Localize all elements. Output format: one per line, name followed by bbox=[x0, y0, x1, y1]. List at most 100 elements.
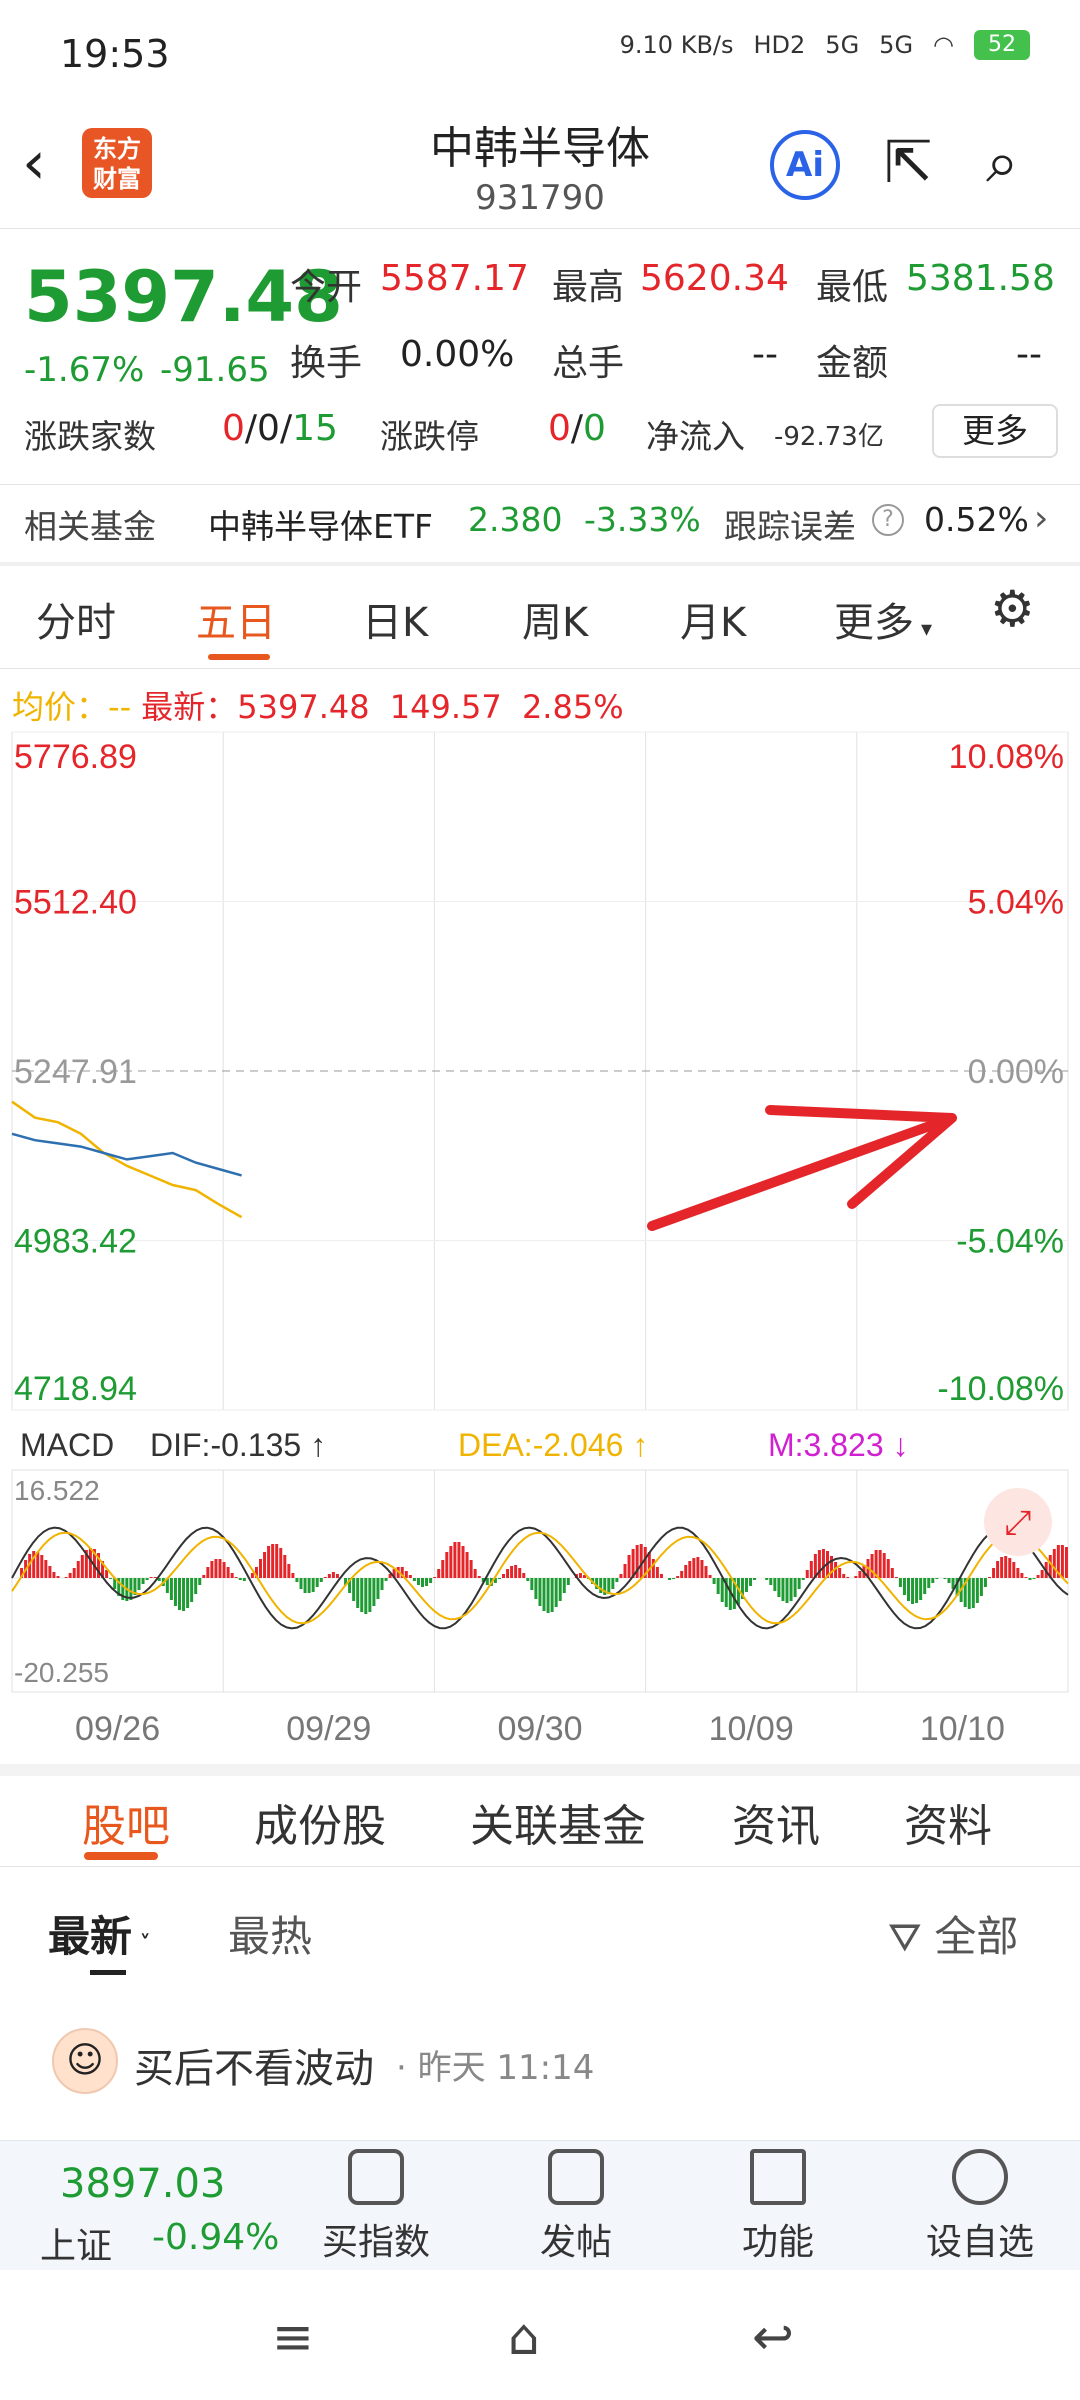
macd-bar bbox=[1016, 1568, 1020, 1578]
macd-bar bbox=[303, 1578, 307, 1593]
macd-bar bbox=[210, 1561, 214, 1578]
macd-bar bbox=[259, 1559, 262, 1578]
macd-bar bbox=[627, 1555, 631, 1578]
volume-value: -- bbox=[752, 334, 778, 375]
tab-more[interactable]: 更多 ▾ bbox=[834, 590, 932, 648]
macd-bar bbox=[983, 1578, 987, 1587]
search-icon[interactable]: ⌕ bbox=[986, 128, 1018, 197]
macd-bar bbox=[412, 1578, 416, 1581]
macd-bar bbox=[1008, 1558, 1012, 1578]
fund-label: 相关基金 bbox=[24, 507, 156, 546]
macd-bar bbox=[425, 1578, 429, 1586]
macd-bar bbox=[692, 1558, 696, 1578]
home-icon[interactable]: ⌂ bbox=[508, 2308, 540, 2366]
ai-button[interactable]: Ai bbox=[770, 130, 840, 200]
filter-button[interactable]: ⛛ 全部 bbox=[888, 1903, 1018, 1964]
macd-bar bbox=[182, 1578, 186, 1611]
signal-5g-1: 5G bbox=[825, 31, 860, 59]
macd-bar bbox=[870, 1554, 874, 1578]
price-series-line bbox=[11, 1132, 242, 1177]
menu-icon[interactable]: ≡ bbox=[272, 2308, 314, 2366]
fund-pct: -3.33% bbox=[584, 500, 701, 539]
tab-weekly-k[interactable]: 周K bbox=[522, 590, 588, 648]
function-label: 功能 bbox=[741, 2222, 814, 2263]
macd-bar bbox=[907, 1578, 910, 1601]
back-icon[interactable]: ↩ bbox=[752, 2308, 794, 2366]
macd-bar bbox=[526, 1578, 530, 1581]
macd-bar bbox=[506, 1569, 510, 1578]
macd-bar bbox=[700, 1560, 704, 1578]
settings-gear-icon[interactable]: ⚙ bbox=[990, 580, 1035, 638]
tab-five-day[interactable]: 五日 bbox=[196, 590, 276, 648]
avatar[interactable]: ☺ bbox=[52, 2028, 118, 2094]
macd-bar bbox=[639, 1544, 643, 1578]
sh-index-value[interactable]: 3897.03 bbox=[60, 2161, 225, 2207]
breadth-values: 0/0/15 bbox=[222, 408, 338, 449]
macd-bar bbox=[218, 1559, 222, 1578]
five-day-chart[interactable]: 5776.89 5512.40 5247.91 4983.42 4718.94 10.08… bbox=[0, 730, 1080, 1770]
macd-bar bbox=[676, 1576, 680, 1578]
macd-bar bbox=[1032, 1578, 1036, 1579]
help-icon[interactable]: ? bbox=[872, 504, 904, 536]
macd-bar bbox=[684, 1565, 688, 1578]
latest-value: 5397.48 bbox=[237, 688, 370, 726]
change-pct: -1.67% bbox=[24, 350, 145, 390]
buy-index-button[interactable]: 买指数 bbox=[316, 2141, 436, 2271]
more-button[interactable]: 更多 bbox=[932, 404, 1058, 458]
post-username[interactable]: 买后不看波动 bbox=[134, 2036, 374, 2094]
add-watchlist-button[interactable]: 设自选 bbox=[920, 2141, 1040, 2271]
macd-bar bbox=[712, 1578, 716, 1584]
macd-bar bbox=[886, 1559, 890, 1578]
macd-bar bbox=[967, 1578, 971, 1609]
macd-bar bbox=[335, 1574, 339, 1578]
macd-bar bbox=[40, 1555, 44, 1578]
breadth-up: 0 bbox=[222, 408, 245, 449]
macd-bar bbox=[704, 1566, 708, 1578]
macd-bar bbox=[416, 1578, 420, 1585]
macd-bar bbox=[842, 1574, 846, 1578]
macd-bar bbox=[364, 1578, 368, 1614]
macd-bar bbox=[931, 1578, 935, 1583]
macd-legend-text: MACD bbox=[20, 1427, 114, 1463]
macd-bar bbox=[311, 1578, 315, 1592]
expand-icon-glyph: ⤢ bbox=[1004, 1503, 1031, 1543]
macd-bar bbox=[190, 1578, 194, 1602]
macd-bar bbox=[1020, 1573, 1024, 1578]
status-bar: 19:53 9.10 KB/s HD2 5G 5G ◠ 52 bbox=[0, 0, 1080, 110]
tab-monthly-k[interactable]: 月K bbox=[680, 590, 746, 648]
tab-constituents[interactable]: 成份股 bbox=[254, 1790, 386, 1854]
tab-daily-k[interactable]: 日K bbox=[362, 590, 428, 648]
macd-bar bbox=[902, 1578, 906, 1595]
macd-bar bbox=[716, 1578, 720, 1594]
macd-bar bbox=[319, 1578, 323, 1582]
sh-index-pct[interactable]: -0.94% bbox=[152, 2217, 279, 2258]
sh-index-name[interactable]: 上证 bbox=[40, 2217, 112, 2269]
tab-related-funds[interactable]: 关联基金 bbox=[470, 1790, 646, 1854]
share-icon[interactable]: ⇱ bbox=[884, 128, 933, 196]
macd-bar bbox=[331, 1572, 335, 1578]
tab-news[interactable]: 资讯 bbox=[732, 1790, 820, 1854]
related-fund-row[interactable]: 相关基金 中韩半导体ETF 2.380 -3.33% 跟踪误差 ? 0.52% … bbox=[0, 490, 1080, 550]
macd-bar bbox=[222, 1562, 226, 1578]
chevron-down-icon: ˅ bbox=[132, 1932, 151, 1957]
macd-bar bbox=[429, 1578, 433, 1583]
macd-legend-text: DEA:-2.046 ↑ bbox=[458, 1427, 648, 1463]
macd-bar bbox=[267, 1546, 271, 1578]
sort-hot[interactable]: 最热 bbox=[228, 1903, 312, 1964]
macd-bar bbox=[453, 1542, 457, 1578]
macd-bar bbox=[36, 1552, 40, 1578]
macd-bar bbox=[461, 1546, 465, 1578]
y-axis-right-tick: 10.08% bbox=[949, 738, 1064, 776]
function-button[interactable]: 功能 bbox=[718, 2141, 838, 2271]
sort-latest-label: 最新 bbox=[48, 1912, 133, 1961]
macd-bar bbox=[206, 1567, 210, 1578]
tab-guba[interactable]: 股吧 bbox=[82, 1790, 170, 1854]
tab-profile[interactable]: 资料 bbox=[904, 1790, 992, 1854]
more-dots-icon bbox=[952, 2149, 1008, 2205]
post-button[interactable]: 发帖 bbox=[516, 2141, 636, 2271]
tab-intraday[interactable]: 分时 bbox=[36, 590, 116, 648]
sort-latest[interactable]: 最新 ˅ bbox=[48, 1903, 151, 1964]
macd-bar bbox=[457, 1542, 461, 1578]
macd-bar bbox=[882, 1553, 886, 1578]
macd-bar bbox=[765, 1578, 769, 1580]
